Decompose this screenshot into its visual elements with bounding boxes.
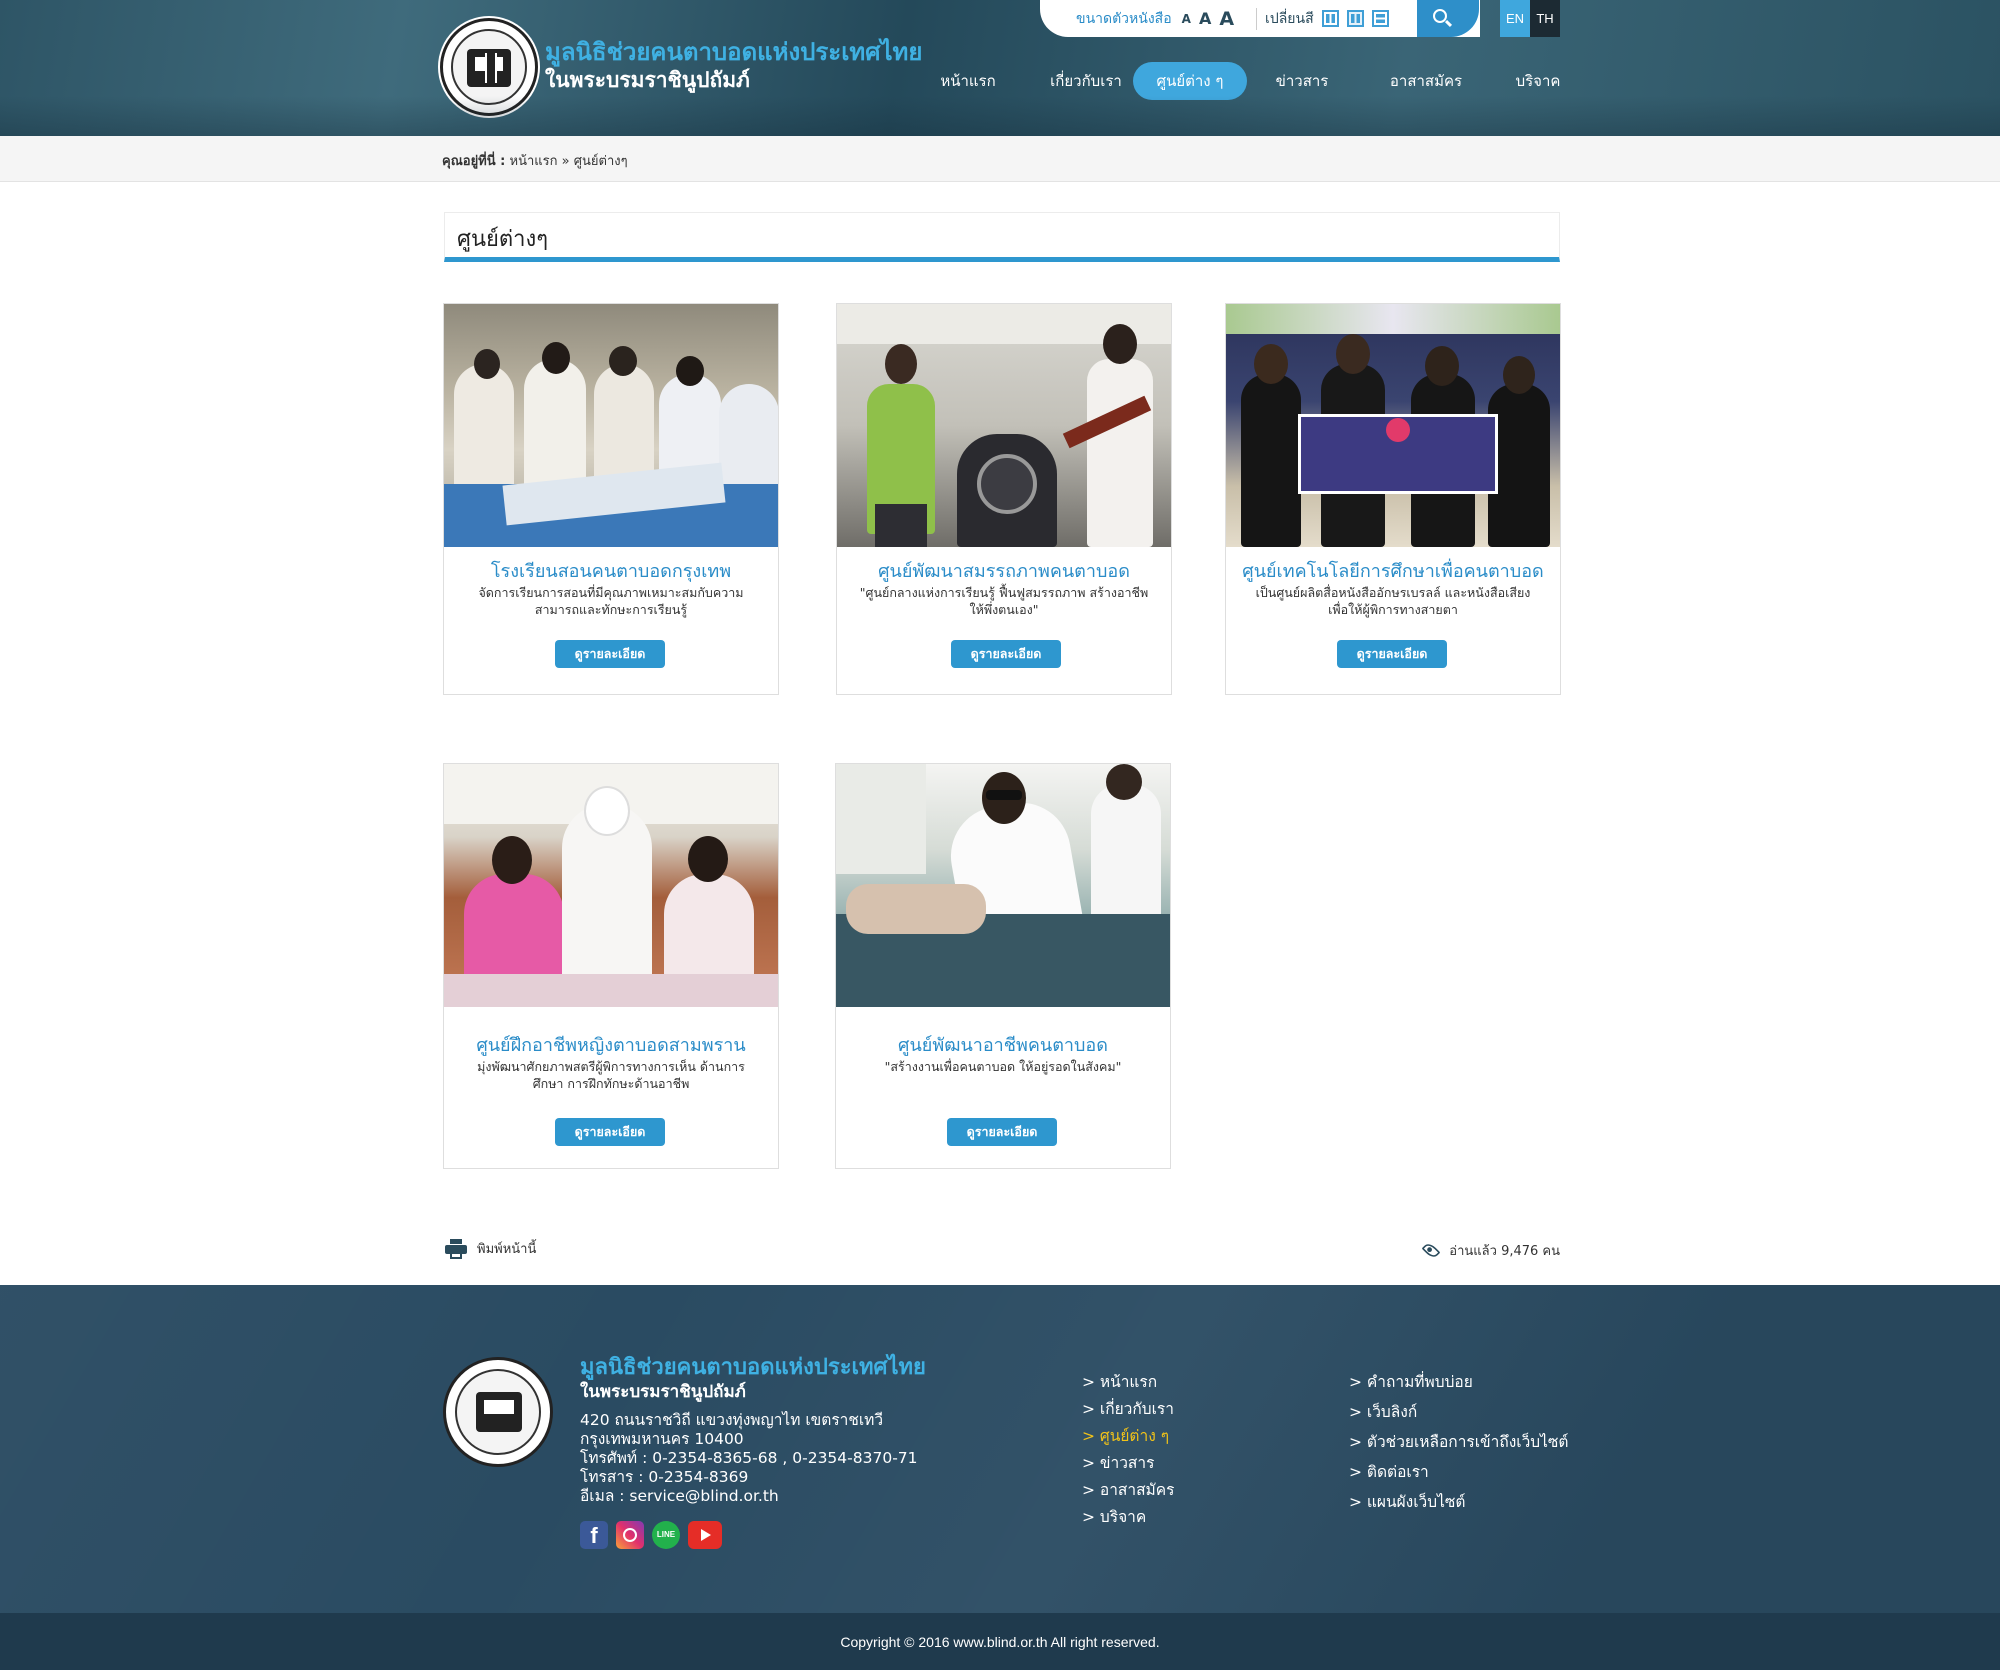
logo-emblem-icon (467, 49, 511, 87)
view-details-button[interactable]: ดูรายละเอียด (1337, 640, 1447, 668)
card-description: "สร้างงานเพื่อคนตาบอด ให้อยู่รอดในสังคม" (884, 1059, 1122, 1074)
color-scheme-3-button[interactable] (1371, 10, 1389, 27)
search-icon (1433, 9, 1447, 23)
footer-link-sitemap[interactable]: > แผนผังเว็บไซต์ (1349, 1487, 1569, 1517)
font-size-small-button[interactable]: A (1182, 12, 1191, 26)
card-description: เป็นศูนย์ผลิตสื่อหนังสืออักษรเบรลล์ และห… (1255, 585, 1531, 617)
breadcrumb-current: ศูนย์ต่างๆ (573, 154, 628, 169)
breadcrumb: คุณอยู่ที่นี่ : หน้าแรก » ศูนย์ต่างๆ (442, 150, 628, 171)
font-size-large-button[interactable]: A (1219, 8, 1234, 30)
card-photo[interactable] (444, 764, 778, 1007)
footer-link-accessibility[interactable]: > ตัวช่วยเหลือการเข้าถึงเว็บไซต์ (1349, 1427, 1569, 1457)
address-line: 420 ถนนราชวิถี แขวงทุ่งพญาไท เขตราชเทวี (580, 1411, 884, 1429)
page-title-box: ศูนย์ต่างๆ (444, 212, 1560, 262)
phone-line: โทรศัพท์ : 0-2354-8365-68 , 0-2354-8370-… (580, 1449, 918, 1467)
view-details-button[interactable]: ดูรายละเอียด (555, 1118, 665, 1146)
breadcrumb-home-link[interactable]: หน้าแรก (510, 154, 558, 169)
card-title[interactable]: โรงเรียนสอนคนตาบอดกรุงเทพ (444, 556, 778, 585)
center-card-education-technology: ศูนย์เทคโนโลยีการศึกษาเพื่อคนตาบอด เป็นศ… (1225, 303, 1561, 695)
footer-title-line2: ในพระบรมราชินูปถัมภ์ (580, 1382, 746, 1401)
lang-th-button[interactable]: TH (1530, 0, 1560, 37)
font-size-label: ขนาดตัวหนังสือ (1076, 10, 1172, 27)
card-photo[interactable] (1226, 304, 1560, 547)
eye-icon (1421, 1241, 1441, 1260)
breadcrumb-bar: คุณอยู่ที่นี่ : หน้าแรก » ศูนย์ต่างๆ (0, 136, 2000, 182)
lang-en-button[interactable]: EN (1500, 0, 1530, 37)
view-details-button[interactable]: ดูรายละเอียด (555, 640, 665, 668)
font-size-medium-button[interactable]: A (1199, 9, 1211, 28)
footer-link-contact[interactable]: > ติดต่อเรา (1349, 1457, 1569, 1487)
fax-line: โทรสาร : 0-2354-8369 (580, 1468, 749, 1486)
social-links: f LINE (580, 1521, 730, 1549)
nav-news[interactable]: ข่าวสาร (1274, 62, 1330, 100)
footer-logo-emblem-icon (476, 1392, 522, 1432)
footer-nav-main: > หน้าแรก > เกี่ยวกับเรา > ศูนย์ต่าง ๆ >… (1082, 1369, 1174, 1531)
view-details-button[interactable]: ดูรายละเอียด (951, 640, 1061, 668)
view-details-button[interactable]: ดูรายละเอียด (947, 1118, 1057, 1146)
copyright-text: Copyright © 2016 www.blind.or.th All rig… (840, 1634, 1160, 1650)
copyright-bar: Copyright © 2016 www.blind.or.th All rig… (0, 1613, 2000, 1670)
color-scheme-2-button[interactable] (1346, 10, 1364, 27)
email-line: อีเมล : service@blind.or.th (580, 1487, 779, 1505)
card-description: จัดการเรียนการสอนที่มีคุณภาพเหมาะสมกับคว… (478, 585, 744, 617)
footer-address: 420 ถนนราชวิถี แขวงทุ่งพญาไท เขตราชเทวี … (580, 1411, 918, 1506)
accessibility-toolbar: ขนาดตัวหนังสือ A A A เปลี่ยนสี (1040, 0, 1480, 37)
footer-link-centers[interactable]: > ศูนย์ต่าง ๆ (1082, 1423, 1174, 1450)
card-title[interactable]: ศูนย์พัฒนาอาชีพคนตาบอด (836, 1030, 1170, 1059)
footer-logo[interactable] (443, 1357, 553, 1467)
card-title[interactable]: ศูนย์เทคโนโลยีการศึกษาเพื่อคนตาบอด (1226, 556, 1560, 585)
footer-link-donate[interactable]: > บริจาค (1082, 1504, 1174, 1531)
view-count-label: อ่านแล้ว 9,476 คน (1449, 1244, 1560, 1259)
center-card-rehabilitation: ศูนย์พัฒนาสมรรถภาพคนตาบอด "ศูนย์กลางแห่ง… (836, 303, 1172, 695)
color-change-label: เปลี่ยนสี (1256, 7, 1314, 30)
card-photo[interactable] (837, 304, 1171, 547)
footer-link-news[interactable]: > ข่าวสาร (1082, 1450, 1174, 1477)
card-photo[interactable] (444, 304, 778, 547)
footer-link-faq[interactable]: > คำถามที่พบบ่อย (1349, 1367, 1569, 1397)
site-title-line1: มูลนิธิช่วยคนตาบอดแห่งประเทศไทย (545, 39, 923, 66)
site-header: มูลนิธิช่วยคนตาบอดแห่งประเทศไทย ในพระบรม… (0, 0, 2000, 136)
center-card-bangkok-school: โรงเรียนสอนคนตาบอดกรุงเทพ จัดการเรียนการ… (443, 303, 779, 695)
nav-home[interactable]: หน้าแรก (936, 62, 1000, 100)
card-photo[interactable] (836, 764, 1170, 1007)
view-count: อ่านแล้ว 9,476 คน (1421, 1240, 1560, 1261)
nav-donate[interactable]: บริจาค (1514, 62, 1562, 100)
card-description: มุ่งพัฒนาศักยภาพสตรีผู้พิการทางการเห็น ด… (477, 1059, 745, 1091)
color-scheme-1-button[interactable] (1321, 10, 1339, 27)
line-icon[interactable]: LINE (652, 1521, 680, 1549)
address-line: กรุงเทพมหานคร 10400 (580, 1430, 744, 1448)
print-page-label: พิมพ์หน้านี้ (477, 1242, 537, 1257)
instagram-icon[interactable] (616, 1521, 644, 1549)
site-title-line2: ในพระบรมราชินูปถัมภ์ (545, 69, 750, 92)
breadcrumb-separator: » (561, 154, 570, 169)
card-title[interactable]: ศูนย์ฝึกอาชีพหญิงตาบอดสามพราน (444, 1030, 778, 1059)
nav-volunteer[interactable]: อาสาสมัคร (1388, 62, 1464, 100)
center-card-sampran-women: ศูนย์ฝึกอาชีพหญิงตาบอดสามพราน มุ่งพัฒนาศ… (443, 763, 779, 1169)
footer-link-home[interactable]: > หน้าแรก (1082, 1369, 1174, 1396)
card-title[interactable]: ศูนย์พัฒนาสมรรถภาพคนตาบอด (837, 556, 1171, 585)
footer-link-about[interactable]: > เกี่ยวกับเรา (1082, 1396, 1174, 1423)
facebook-icon[interactable]: f (580, 1521, 608, 1549)
nav-centers[interactable]: ศูนย์ต่าง ๆ (1133, 62, 1247, 100)
footer-nav-secondary: > คำถามที่พบบ่อย > เว็บลิงก์ > ตัวช่วยเห… (1349, 1367, 1569, 1517)
print-page-button[interactable]: พิมพ์หน้านี้ (445, 1238, 536, 1259)
site-title[interactable]: มูลนิธิช่วยคนตาบอดแห่งประเทศไทย ในพระบรม… (545, 38, 945, 94)
page-title: ศูนย์ต่างๆ (457, 227, 549, 252)
footer-link-volunteer[interactable]: > อาสาสมัคร (1082, 1477, 1174, 1504)
nav-about[interactable]: เกี่ยวกับเรา (1046, 62, 1126, 100)
card-description: "ศูนย์กลางแห่งการเรียนรู้ ฟื้นฟูสมรรถภาพ… (859, 585, 1149, 617)
center-card-career-development: ศูนย์พัฒนาอาชีพคนตาบอด "สร้างงานเพื่อคนต… (835, 763, 1171, 1169)
foundation-logo[interactable] (440, 18, 538, 116)
footer-link-weblinks[interactable]: > เว็บลิงก์ (1349, 1397, 1569, 1427)
youtube-icon[interactable] (688, 1521, 722, 1549)
site-footer: มูลนิธิช่วยคนตาบอดแห่งประเทศไทย ในพระบรม… (0, 1285, 2000, 1613)
printer-icon (445, 1238, 467, 1259)
breadcrumb-prefix: คุณอยู่ที่นี่ : (442, 154, 506, 169)
